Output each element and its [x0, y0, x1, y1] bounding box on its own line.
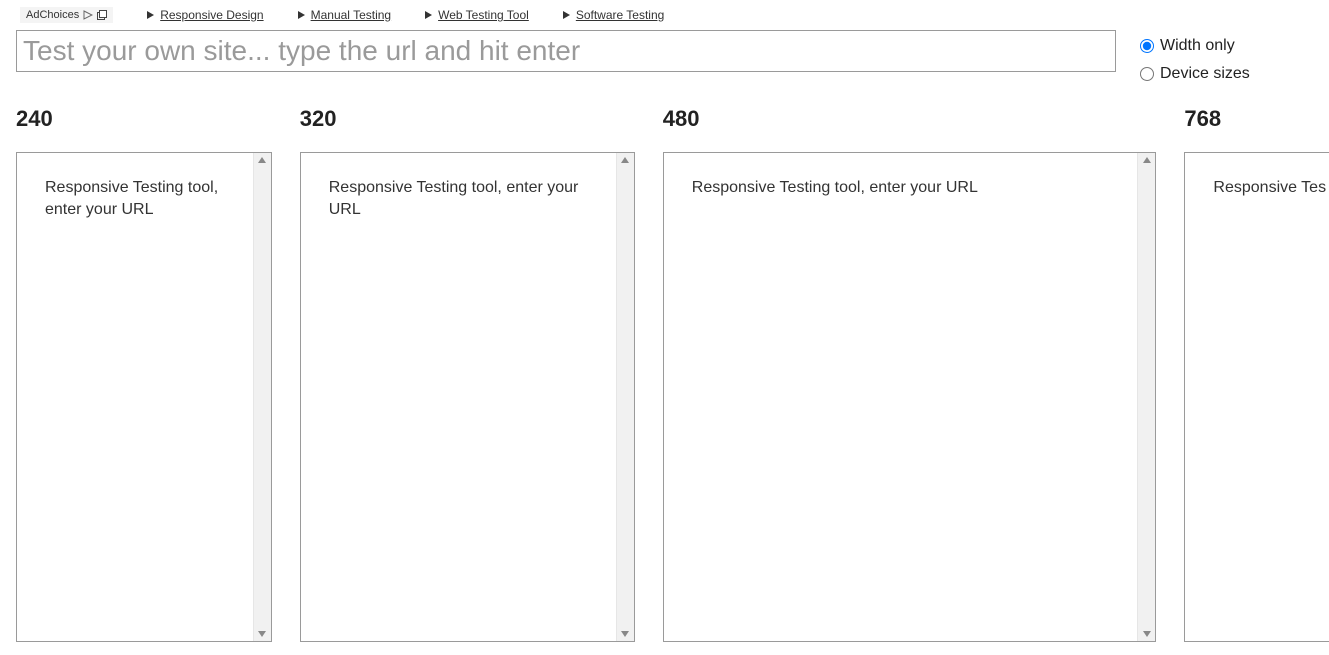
adchoices-badge[interactable]: AdChoices	[20, 7, 113, 23]
ad-link-responsive-design[interactable]: Responsive Design	[147, 8, 263, 22]
scroll-up-icon	[1143, 157, 1151, 163]
ad-link-software-testing[interactable]: Software Testing	[563, 8, 665, 22]
preview-scrollbar[interactable]	[1137, 153, 1155, 641]
url-input[interactable]	[16, 30, 1116, 72]
scroll-up-icon	[258, 157, 266, 163]
preview-scrollbar[interactable]	[253, 153, 271, 641]
adchoices-label: AdChoices	[26, 9, 79, 21]
scroll-down-icon	[621, 631, 629, 637]
radio-input-width-only[interactable]	[1140, 39, 1154, 53]
preview-frame-480: Responsive Testing tool, enter your URL	[663, 152, 1157, 642]
play-icon	[147, 11, 154, 19]
radio-device-sizes[interactable]: Device sizes	[1140, 62, 1250, 86]
ad-link-label: Responsive Design	[160, 8, 263, 22]
ad-bar: AdChoices Responsive Design Manual Testi…	[16, 8, 1313, 30]
frames-row: 240 Responsive Testing tool, enter your …	[16, 106, 1329, 642]
ad-link-manual-testing[interactable]: Manual Testing	[298, 8, 392, 22]
preview-frame-320: Responsive Testing tool, enter your URL	[300, 152, 635, 642]
preview-width-label: 768	[1184, 106, 1329, 132]
radio-label: Device sizes	[1160, 62, 1250, 86]
play-icon	[425, 11, 432, 19]
radio-width-only[interactable]: Width only	[1140, 34, 1250, 58]
ad-link-label: Manual Testing	[311, 8, 392, 22]
preview-frame-content: Responsive Tes	[1185, 153, 1329, 641]
ad-link-label: Web Testing Tool	[438, 8, 529, 22]
adchoices-icon	[83, 10, 93, 20]
preview-frame-768: Responsive Tes	[1184, 152, 1329, 642]
scroll-up-icon	[621, 157, 629, 163]
preview-width-label: 480	[663, 106, 1157, 132]
preview-width-label: 240	[16, 106, 272, 132]
preview-frame-240: Responsive Testing tool, enter your URL	[16, 152, 272, 642]
preview-block-480: 480 Responsive Testing tool, enter your …	[663, 106, 1157, 642]
preview-block-320: 320 Responsive Testing tool, enter your …	[300, 106, 635, 642]
radio-label: Width only	[1160, 34, 1235, 58]
popout-icon	[97, 10, 107, 20]
play-icon	[563, 11, 570, 19]
preview-width-label: 320	[300, 106, 635, 132]
radio-input-device-sizes[interactable]	[1140, 67, 1154, 81]
preview-scrollbar[interactable]	[616, 153, 634, 641]
mode-radio-group: Width only Device sizes	[1140, 30, 1250, 90]
top-controls-row: Width only Device sizes	[16, 30, 1313, 90]
preview-frame-content: Responsive Testing tool, enter your URL	[664, 153, 1138, 641]
preview-block-240: 240 Responsive Testing tool, enter your …	[16, 106, 272, 642]
play-icon	[298, 11, 305, 19]
preview-frame-content: Responsive Testing tool, enter your URL	[17, 153, 253, 641]
preview-block-768: 768 Responsive Tes	[1184, 106, 1329, 642]
scroll-down-icon	[258, 631, 266, 637]
ad-link-web-testing-tool[interactable]: Web Testing Tool	[425, 8, 529, 22]
scroll-down-icon	[1143, 631, 1151, 637]
ad-link-label: Software Testing	[576, 8, 665, 22]
preview-frame-content: Responsive Testing tool, enter your URL	[301, 153, 616, 641]
